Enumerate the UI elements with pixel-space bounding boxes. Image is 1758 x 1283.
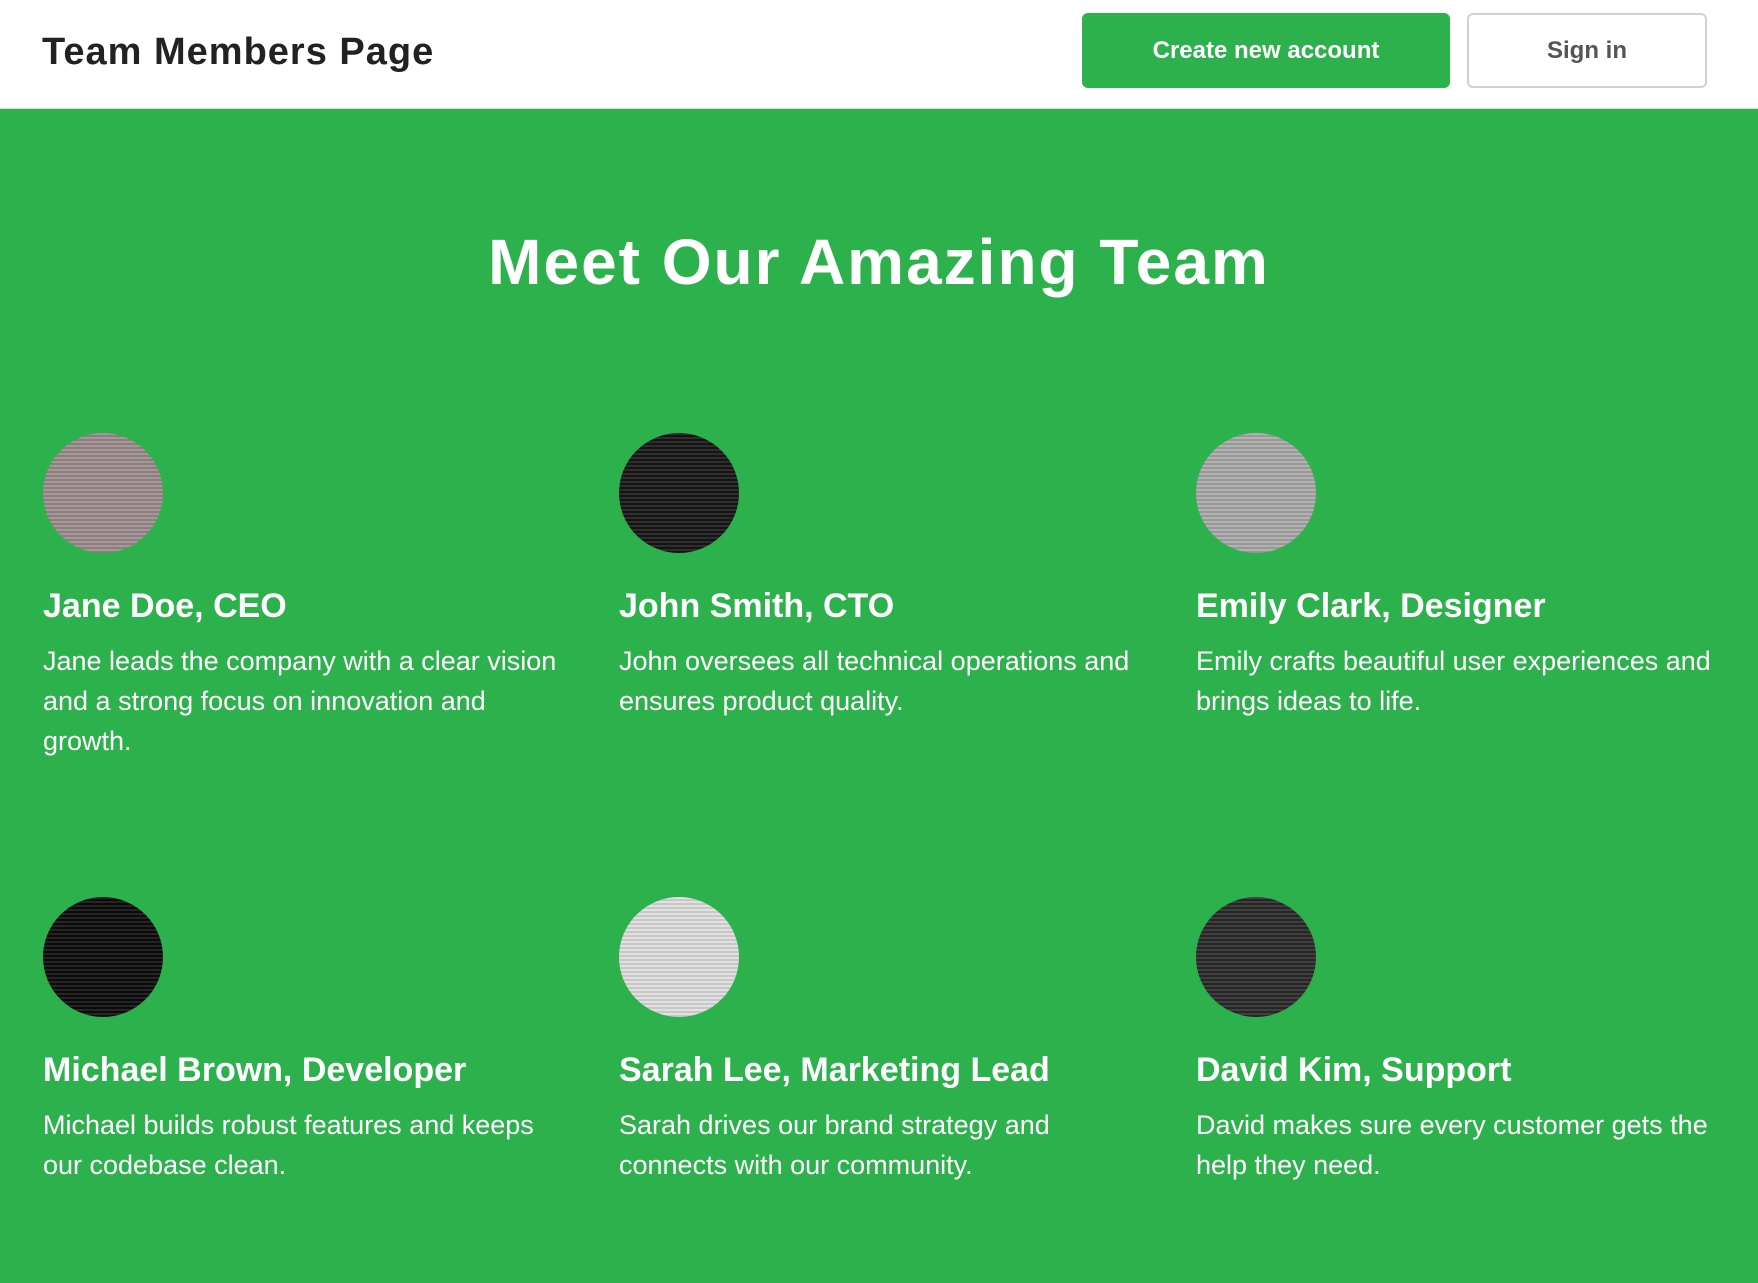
team-member-card: Emily Clark, Designer Emily crafts beaut… (1196, 433, 1726, 793)
member-name: David Kim, Support (1196, 1051, 1512, 1089)
member-description: Jane leads the company with a clear visi… (43, 646, 557, 756)
member-name: John Smith, CTO (619, 587, 895, 625)
team-member-card: Michael Brown, Developer Michael builds … (43, 897, 573, 1257)
team-member-card: Jane Doe, CEO Jane leads the company wit… (43, 433, 573, 793)
avatar (1196, 433, 1316, 553)
brand-title: Team Members Page (42, 31, 435, 73)
team-member-card: John Smith, CTO John oversees all techni… (619, 433, 1149, 793)
team-member-card: Sarah Lee, Marketing Lead Sarah drives o… (619, 897, 1149, 1257)
avatar (619, 897, 739, 1017)
member-description: John oversees all technical operations a… (619, 646, 1130, 716)
avatar (1196, 897, 1316, 1017)
create-account-button[interactable]: Create new account (1082, 13, 1450, 88)
member-description: Sarah drives our brand strategy and conn… (619, 1110, 1050, 1180)
sign-in-button[interactable]: Sign in (1467, 13, 1707, 88)
member-description: David makes sure every customer gets the… (1196, 1110, 1708, 1180)
member-name: Jane Doe, CEO (43, 587, 287, 625)
team-member-card: David Kim, Support David makes sure ever… (1196, 897, 1726, 1257)
top-navigation-bar: Team Members Page Create new account Sig… (0, 0, 1758, 109)
page-title: Meet Our Amazing Team (488, 226, 1270, 298)
avatar (619, 433, 739, 553)
member-name: Sarah Lee, Marketing Lead (619, 1051, 1050, 1089)
member-name: Emily Clark, Designer (1196, 587, 1546, 625)
avatar (43, 433, 163, 553)
member-name: Michael Brown, Developer (43, 1051, 467, 1089)
avatar (43, 897, 163, 1017)
member-description: Emily crafts beautiful user experiences … (1196, 646, 1711, 716)
member-description: Michael builds robust features and keeps… (43, 1110, 534, 1180)
